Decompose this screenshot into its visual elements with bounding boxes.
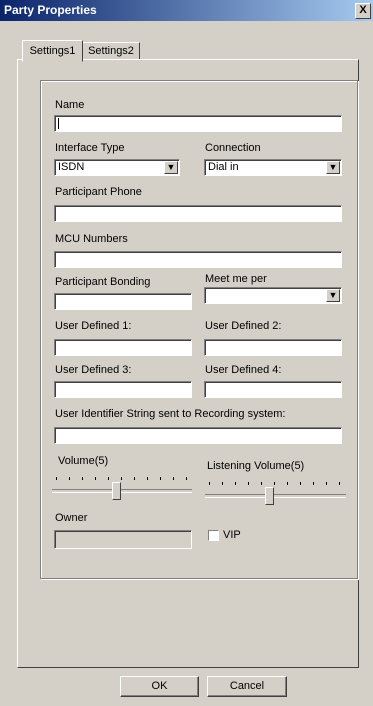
connection-select[interactable]: Dial in ▼ <box>204 159 342 176</box>
tab-label: Settings2 <box>88 45 134 57</box>
user-defined-4-field[interactable] <box>204 381 342 398</box>
chevron-down-icon[interactable]: ▼ <box>164 161 178 174</box>
slider-ticks <box>56 477 188 480</box>
connection-label: Connection <box>205 142 261 154</box>
participant-bonding-field[interactable] <box>54 293 192 310</box>
name-label: Name <box>55 99 85 111</box>
participant-phone-field[interactable] <box>54 205 342 222</box>
tab-label: Settings1 <box>29 45 76 57</box>
chevron-down-icon[interactable]: ▼ <box>326 289 340 302</box>
slider-track <box>52 489 192 493</box>
window-title: Party Properties <box>4 3 97 17</box>
user-defined-3-label: User Defined 3: <box>55 364 132 376</box>
volume-label: Volume(5) <box>58 455 109 467</box>
listening-volume-slider[interactable] <box>205 479 346 509</box>
volume-slider[interactable] <box>52 474 192 504</box>
participant-phone-label: Participant Phone <box>55 186 142 198</box>
ok-button[interactable]: OK <box>120 676 199 697</box>
user-defined-1-label: User Defined 1: <box>55 320 132 332</box>
mcu-numbers-field[interactable] <box>54 251 342 268</box>
user-defined-2-label: User Defined 2: <box>205 320 282 332</box>
user-defined-3-field[interactable] <box>54 381 192 398</box>
close-icon[interactable]: X <box>355 3 371 19</box>
cancel-button[interactable]: Cancel <box>207 676 287 697</box>
chevron-down-icon[interactable]: ▼ <box>326 161 340 174</box>
connection-value: Dial in <box>208 161 239 173</box>
interface-type-label: Interface Type <box>55 142 125 154</box>
slider-ticks <box>209 482 342 485</box>
interface-type-select[interactable]: ISDN ▼ <box>54 159 180 176</box>
user-defined-4-label: User Defined 4: <box>205 364 282 376</box>
owner-field <box>54 530 192 549</box>
slider-track <box>205 494 346 498</box>
uid-label: User Identifier String sent to Recording… <box>55 408 286 420</box>
user-defined-2-field[interactable] <box>204 339 342 356</box>
user-defined-1-field[interactable] <box>54 339 192 356</box>
meet-me-per-select[interactable]: ▼ <box>204 287 342 304</box>
uid-field[interactable] <box>54 427 342 444</box>
participant-bonding-label: Participant Bonding <box>55 276 151 288</box>
title-bar: Party Properties X <box>0 0 373 21</box>
tab-settings1[interactable]: Settings1 <box>22 40 83 62</box>
name-field[interactable] <box>54 115 342 132</box>
listening-volume-label: Listening Volume(5) <box>207 460 305 472</box>
vip-checkbox[interactable] <box>208 530 219 541</box>
interface-type-value: ISDN <box>58 161 85 173</box>
text-caret <box>58 118 59 129</box>
mcu-numbers-label: MCU Numbers <box>55 233 128 245</box>
slider-thumb[interactable] <box>265 487 274 505</box>
vip-label: VIP <box>223 529 241 541</box>
meet-me-per-label: Meet me per <box>205 273 267 285</box>
owner-label: Owner <box>55 512 88 524</box>
slider-thumb[interactable] <box>112 482 121 500</box>
